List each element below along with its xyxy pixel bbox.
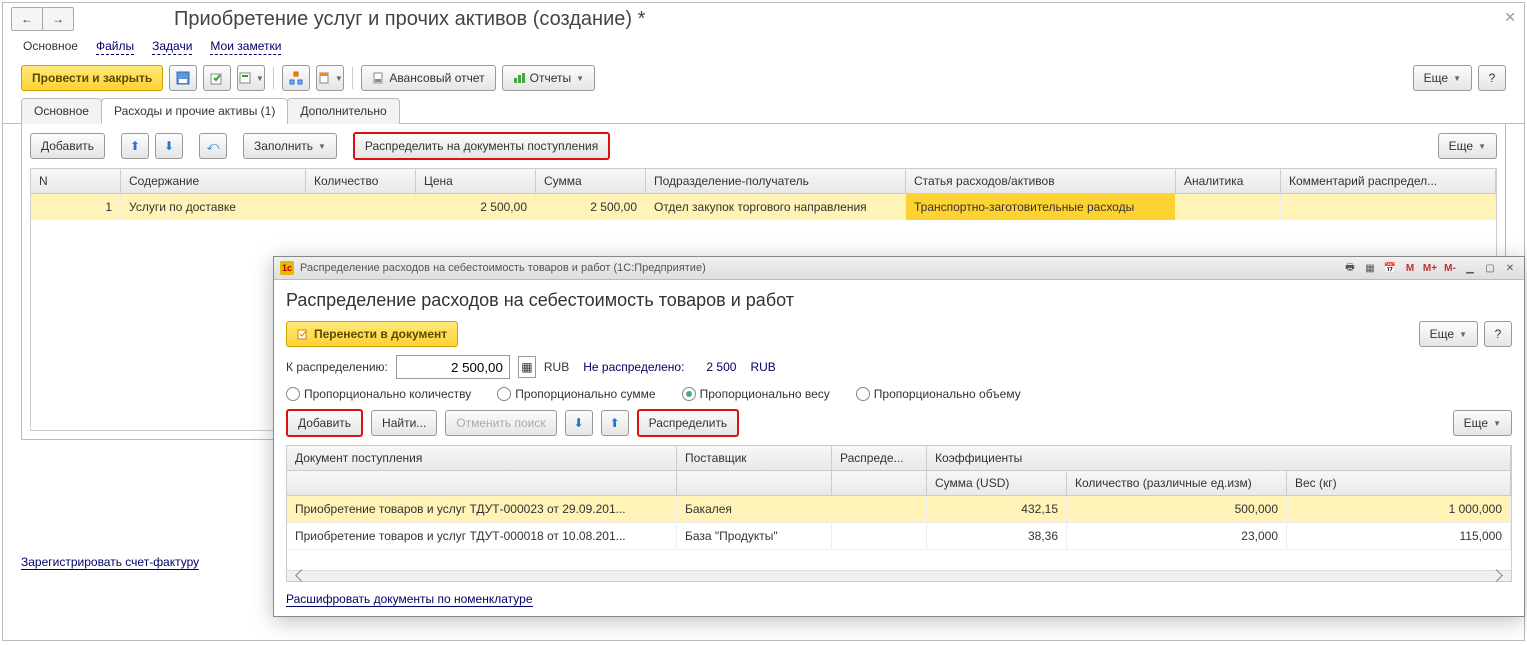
post-button[interactable] <box>203 65 231 91</box>
dcol-dist[interactable]: Распреде... <box>832 446 927 470</box>
col-analytics[interactable]: Аналитика <box>1176 169 1281 193</box>
dcol-doc[interactable]: Документ поступления <box>287 446 677 470</box>
back-button[interactable]: ← <box>11 7 43 31</box>
section-nav: Основное Файлы Задачи Мои заметки <box>3 35 1524 59</box>
radio-weight[interactable]: Пропорционально весу <box>682 387 830 401</box>
advance-report-button[interactable]: Авансовый отчет <box>361 65 495 91</box>
dialog-close-icon[interactable]: ✕ <box>1502 260 1518 276</box>
tab-extra[interactable]: Дополнительно <box>287 98 399 124</box>
dialog-titlebar: 1c Распределение расходов на себестоимос… <box>274 257 1524 280</box>
grid-header: N Содержание Количество Цена Сумма Подра… <box>31 169 1496 194</box>
calc-icon[interactable]: ▦ <box>518 356 536 378</box>
main-toolbar: Провести и закрыть ▼ ▼ Авансовый отчет О… <box>3 59 1524 97</box>
dcol-coef[interactable]: Коэффициенты <box>927 446 1511 470</box>
fill-button[interactable]: Заполнить▼ <box>243 133 337 159</box>
sub-toolbar: Добавить ⬆ ⬇ ⤺ Заполнить▼ Распределить н… <box>30 132 1497 160</box>
move-down-button[interactable]: ⬇ <box>155 133 183 159</box>
section-files[interactable]: Файлы <box>96 39 134 55</box>
not-dist-label: Не распределено: <box>583 360 684 374</box>
to-dist-input[interactable] <box>396 355 510 379</box>
save-button[interactable] <box>169 65 197 91</box>
decode-docs-link[interactable]: Расшифровать документы по номенклатуре <box>286 592 533 607</box>
dialog-title: Распределение расходов на себестоимость … <box>300 262 706 274</box>
reports-button[interactable]: Отчеты▼ <box>502 65 595 91</box>
dlg-row[interactable]: Приобретение товаров и услуг ТДУТ-000023… <box>287 496 1511 523</box>
tab-expenses[interactable]: Расходы и прочие активы (1) <box>101 98 288 124</box>
currency-label: RUB <box>544 360 569 374</box>
col-comment[interactable]: Комментарий распредел... <box>1281 169 1496 193</box>
dialog-heading: Распределение расходов на себестоимость … <box>286 290 1512 311</box>
dlg-down-button[interactable]: ⬇ <box>565 410 593 436</box>
move-up-button[interactable]: ⬆ <box>121 133 149 159</box>
dlg-find-button[interactable]: Найти... <box>371 410 437 436</box>
dlg-cancel-find-button: Отменить поиск <box>445 410 556 436</box>
section-notes[interactable]: Мои заметки <box>210 39 281 55</box>
top-nav: ← → Приобретение услуг и прочих активов … <box>3 3 1524 35</box>
minimize-icon[interactable]: ▁ <box>1462 260 1478 276</box>
maximize-icon[interactable]: ▢ <box>1482 260 1498 276</box>
help-button[interactable]: ? <box>1478 65 1506 91</box>
copy-button[interactable]: ⤺ <box>199 133 227 159</box>
dlg-distribute-button[interactable]: Распределить <box>637 409 740 437</box>
col-expense[interactable]: Статья расходов/активов <box>906 169 1176 193</box>
not-dist-value: 2 500 <box>706 360 736 374</box>
dlg-help-button[interactable]: ? <box>1484 321 1512 347</box>
tab-main[interactable]: Основное <box>21 98 102 124</box>
col-n[interactable]: N <box>31 169 121 193</box>
dlg-grid: Документ поступления Поставщик Распреде.… <box>286 445 1512 582</box>
to-dist-label: К распределению: <box>286 360 388 374</box>
dlg-more-button[interactable]: Еще▼ <box>1419 321 1478 347</box>
m-minus-button[interactable]: M- <box>1442 260 1458 276</box>
app-icon: 1c <box>280 261 294 275</box>
m-plus-button[interactable]: M+ <box>1422 260 1438 276</box>
page-title: Приобретение услуг и прочих активов (соз… <box>174 8 645 31</box>
structure-button[interactable] <box>282 65 310 91</box>
dates-button[interactable]: ▼ <box>316 65 344 91</box>
dcol-weight[interactable]: Вес (кг) <box>1287 471 1511 495</box>
radio-qty[interactable]: Пропорционально количеству <box>286 387 471 401</box>
dcol-sum[interactable]: Сумма (USD) <box>927 471 1067 495</box>
dlg-up-button[interactable]: ⬆ <box>601 410 629 436</box>
transfer-button[interactable]: Перенести в документ <box>286 321 458 347</box>
basis-button[interactable]: ▼ <box>237 65 265 91</box>
section-main[interactable]: Основное <box>23 39 78 55</box>
sub-more-button[interactable]: Еще▼ <box>1438 133 1497 159</box>
main-window: ✕ ← → Приобретение услуг и прочих активо… <box>2 2 1525 641</box>
distribution-dialog: 1c Распределение расходов на себестоимос… <box>273 256 1525 617</box>
dcol-supplier[interactable]: Поставщик <box>677 446 832 470</box>
add-row-button[interactable]: Добавить <box>30 133 105 159</box>
not-dist-cur: RUB <box>750 360 775 374</box>
dlg-grid-more-button[interactable]: Еще▼ <box>1453 410 1512 436</box>
forward-button[interactable]: → <box>42 7 74 31</box>
table-row[interactable]: 1 Услуги по доставке 2 500,00 2 500,00 О… <box>31 194 1496 220</box>
section-tasks[interactable]: Задачи <box>152 39 192 55</box>
calendar-icon[interactable]: 📅 <box>1382 260 1398 276</box>
h-scrollbar[interactable] <box>287 570 1511 581</box>
radio-sum[interactable]: Пропорционально сумме <box>497 387 655 401</box>
dlg-row[interactable]: Приобретение товаров и услуг ТДУТ-000018… <box>287 523 1511 550</box>
grid-icon[interactable]: ▦ <box>1362 260 1378 276</box>
col-price[interactable]: Цена <box>416 169 536 193</box>
distribute-to-docs-button[interactable]: Распределить на документы поступления <box>353 132 610 160</box>
m-button[interactable]: M <box>1402 260 1418 276</box>
radio-volume[interactable]: Пропорционально объему <box>856 387 1021 401</box>
close-icon[interactable]: ✕ <box>1504 9 1516 26</box>
dlg-add-button[interactable]: Добавить <box>286 409 363 437</box>
col-qty[interactable]: Количество <box>306 169 416 193</box>
more-button[interactable]: Еще▼ <box>1413 65 1472 91</box>
col-dept[interactable]: Подразделение-получатель <box>646 169 906 193</box>
print-icon[interactable]: 🖶 <box>1342 260 1358 276</box>
col-sum[interactable]: Сумма <box>536 169 646 193</box>
tabs: Основное Расходы и прочие активы (1) Доп… <box>3 97 1524 124</box>
col-content[interactable]: Содержание <box>121 169 306 193</box>
dcol-qty[interactable]: Количество (различные ед.изм) <box>1067 471 1287 495</box>
register-invoice-link[interactable]: Зарегистрировать счет-фактуру <box>21 555 199 570</box>
post-close-button[interactable]: Провести и закрыть <box>21 65 163 91</box>
